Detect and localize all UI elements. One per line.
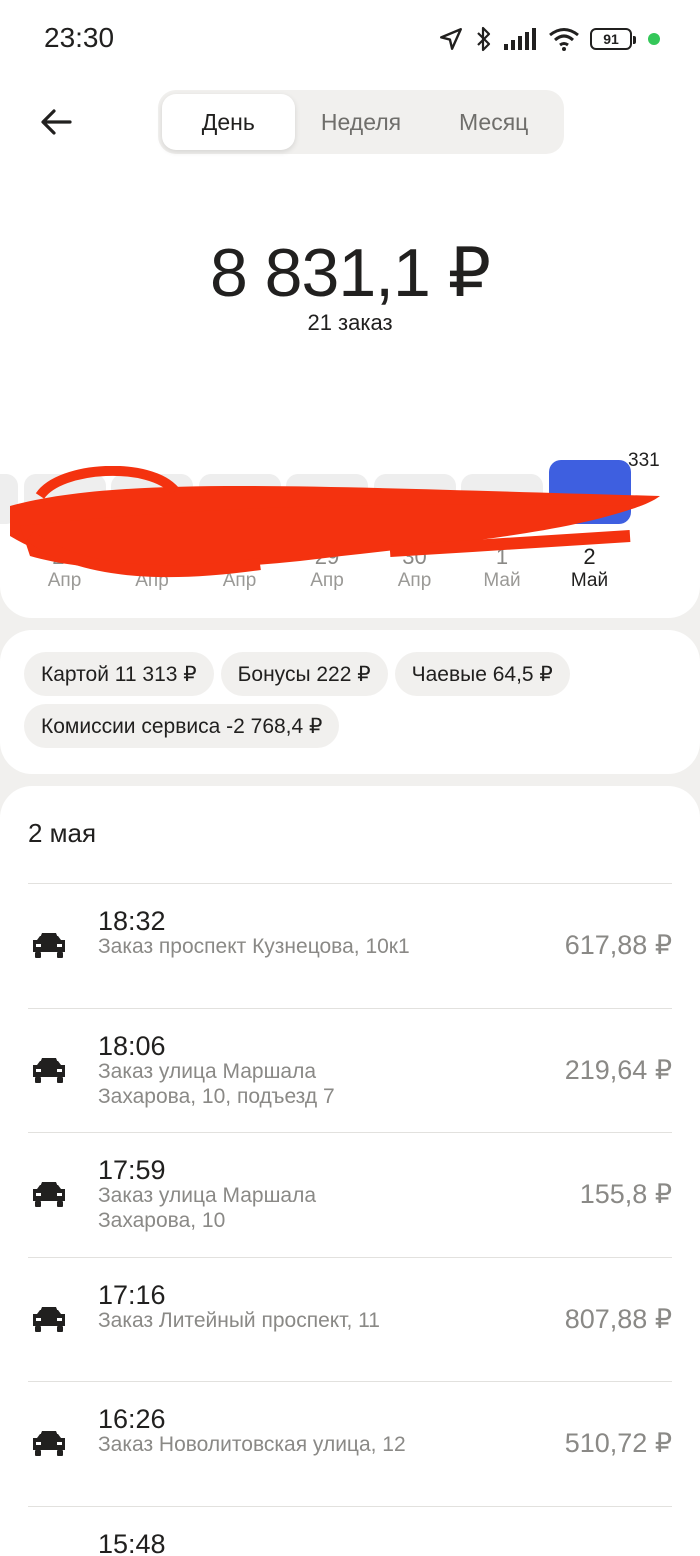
chart-day-month: Апр [310, 570, 344, 591]
taxi-car-icon [30, 1179, 68, 1211]
taxi-car-icon [30, 930, 68, 962]
period-switcher: День Неделя Месяц [158, 90, 564, 154]
chart-day-number: 1 [495, 544, 509, 569]
back-button[interactable] [30, 100, 82, 144]
order-row[interactable]: 16:26 Заказ Новолитовская улица, 12 510,72… [28, 1381, 672, 1506]
chart-day-month: Апр [222, 570, 257, 591]
chart-bar-value-label: 331 [628, 450, 660, 471]
chart-day-month: Апр [47, 570, 82, 591]
order-row[interactable]: 17:59 Заказ улица Маршала Захарова, 10 155… [28, 1132, 672, 1257]
order-time: 18:32 [98, 906, 166, 936]
list-date-header: 2 мая [28, 818, 97, 848]
orders-count: 21 заказ [307, 310, 393, 335]
breakdown-chips: Картой 11 313 ₽ Бонусы 222 ₽ Чаевые 64,5… [24, 652, 684, 748]
arrow-left-icon [41, 109, 72, 135]
order-time: 18:06 [98, 1030, 166, 1061]
order-row[interactable]: 15:48 [28, 1505, 672, 1556]
orders-list-card: 2 мая 18:32 Заказ проспект Кузнецова, 10к… [0, 786, 700, 1556]
chart-day-month: Апр [397, 570, 432, 591]
order-address: Заказ улица Маршала Захарова, 10 [98, 1184, 317, 1232]
order-address: Заказ Новолитовская улица, 12 [98, 1433, 406, 1456]
order-amount: 155,8 ₽ [579, 1179, 672, 1209]
chart-bar[interactable] [461, 474, 543, 524]
order-address: Заказ Литейный проспект, 11 [98, 1308, 380, 1332]
status-time: 23:30 [44, 22, 115, 53]
chart-day-number: 27 [139, 544, 165, 569]
order-row[interactable]: 18:06 Заказ улица Маршала Захарова, 10, п… [28, 1007, 672, 1133]
tab-week[interactable]: Неделя [295, 94, 428, 150]
taxi-car-icon [30, 1304, 68, 1336]
order-amount: 807,88 ₽ [564, 1303, 672, 1334]
order-time: 15:48 [98, 1528, 166, 1556]
location-icon [440, 28, 462, 50]
chart-day-number: 28 [227, 544, 252, 569]
total-earnings: 8 831,1 ₽ [209, 235, 491, 311]
signal-icon [504, 28, 536, 50]
chart-day-number: 30 [402, 544, 427, 569]
chip-card-payment[interactable]: Картой 11 313 ₽ [24, 652, 214, 696]
summary-card: День Неделя Месяц 8 831,1 ₽ 21 заказ 25А… [0, 76, 700, 618]
taxi-car-icon [30, 1055, 68, 1087]
chart-bar[interactable] [373, 474, 456, 524]
tab-month[interactable]: Месяц [427, 94, 560, 150]
taxi-car-icon [30, 1428, 68, 1460]
chart-day-number: 29 [314, 544, 340, 569]
breakdown-card: Картой 11 313 ₽ Бонусы 222 ₽ Чаевые 64,5… [0, 630, 700, 774]
taxi-car-icon [30, 1553, 68, 1556]
chart-day-number: 2 [583, 544, 596, 569]
privacy-indicator-dot [648, 33, 660, 45]
chart-day-month: Май [483, 570, 521, 591]
wifi-icon [549, 28, 579, 51]
order-address: Заказ проспект Кузнецова, 10к1 [98, 935, 410, 958]
chart-day-number: 25 [0, 544, 18, 570]
chart-day-month: Май [570, 570, 609, 591]
order-time: 17:16 [98, 1279, 166, 1310]
chip-tips[interactable]: Чаевые 64,5 ₽ [394, 652, 570, 696]
bluetooth-icon [477, 26, 491, 52]
chart-bar[interactable] [548, 460, 631, 524]
order-row[interactable]: 18:32 Заказ проспект Кузнецова, 10к1 617,8… [28, 883, 672, 1008]
chip-bonuses[interactable]: Бонусы 222 ₽ [220, 652, 388, 696]
chart-bar[interactable] [286, 474, 368, 524]
status-icons: 91 [438, 24, 660, 54]
order-amount: 617,88 ₽ [564, 930, 672, 960]
chart-bar[interactable] [23, 474, 106, 524]
chart-bar[interactable] [198, 474, 281, 524]
chart-day-number: 26 [52, 544, 77, 569]
status-bar: 23:30 91 [0, 0, 700, 76]
daily-earnings-chart: 25Апр26Апр27Апр28Апр29Апр30Апр1Май2Май33… [0, 376, 700, 606]
orders-list: 18:32 Заказ проспект Кузнецова, 10к1 617,8… [28, 883, 672, 1556]
chart-day-month: Апр [0, 570, 18, 592]
order-amount: 510,72 ₽ [564, 1428, 672, 1458]
order-time: 17:59 [98, 1155, 166, 1185]
chart-day-month: Апр [135, 570, 169, 591]
order-row[interactable]: 17:16 Заказ Литейный проспект, 11 807,88 ₽ [28, 1256, 672, 1382]
chart-bar[interactable] [0, 474, 18, 524]
order-time: 16:26 [98, 1404, 166, 1434]
order-address: Заказ улица Маршала Захарова, 10, подъез… [98, 1059, 335, 1108]
battery-indicator: 91 [590, 28, 636, 50]
chip-service-commission[interactable]: Комиссии сервиса -2 768,4 ₽ [24, 704, 340, 748]
tab-day[interactable]: День [162, 94, 295, 150]
order-amount: 219,64 ₽ [564, 1054, 672, 1085]
chart-bar[interactable] [111, 474, 193, 524]
